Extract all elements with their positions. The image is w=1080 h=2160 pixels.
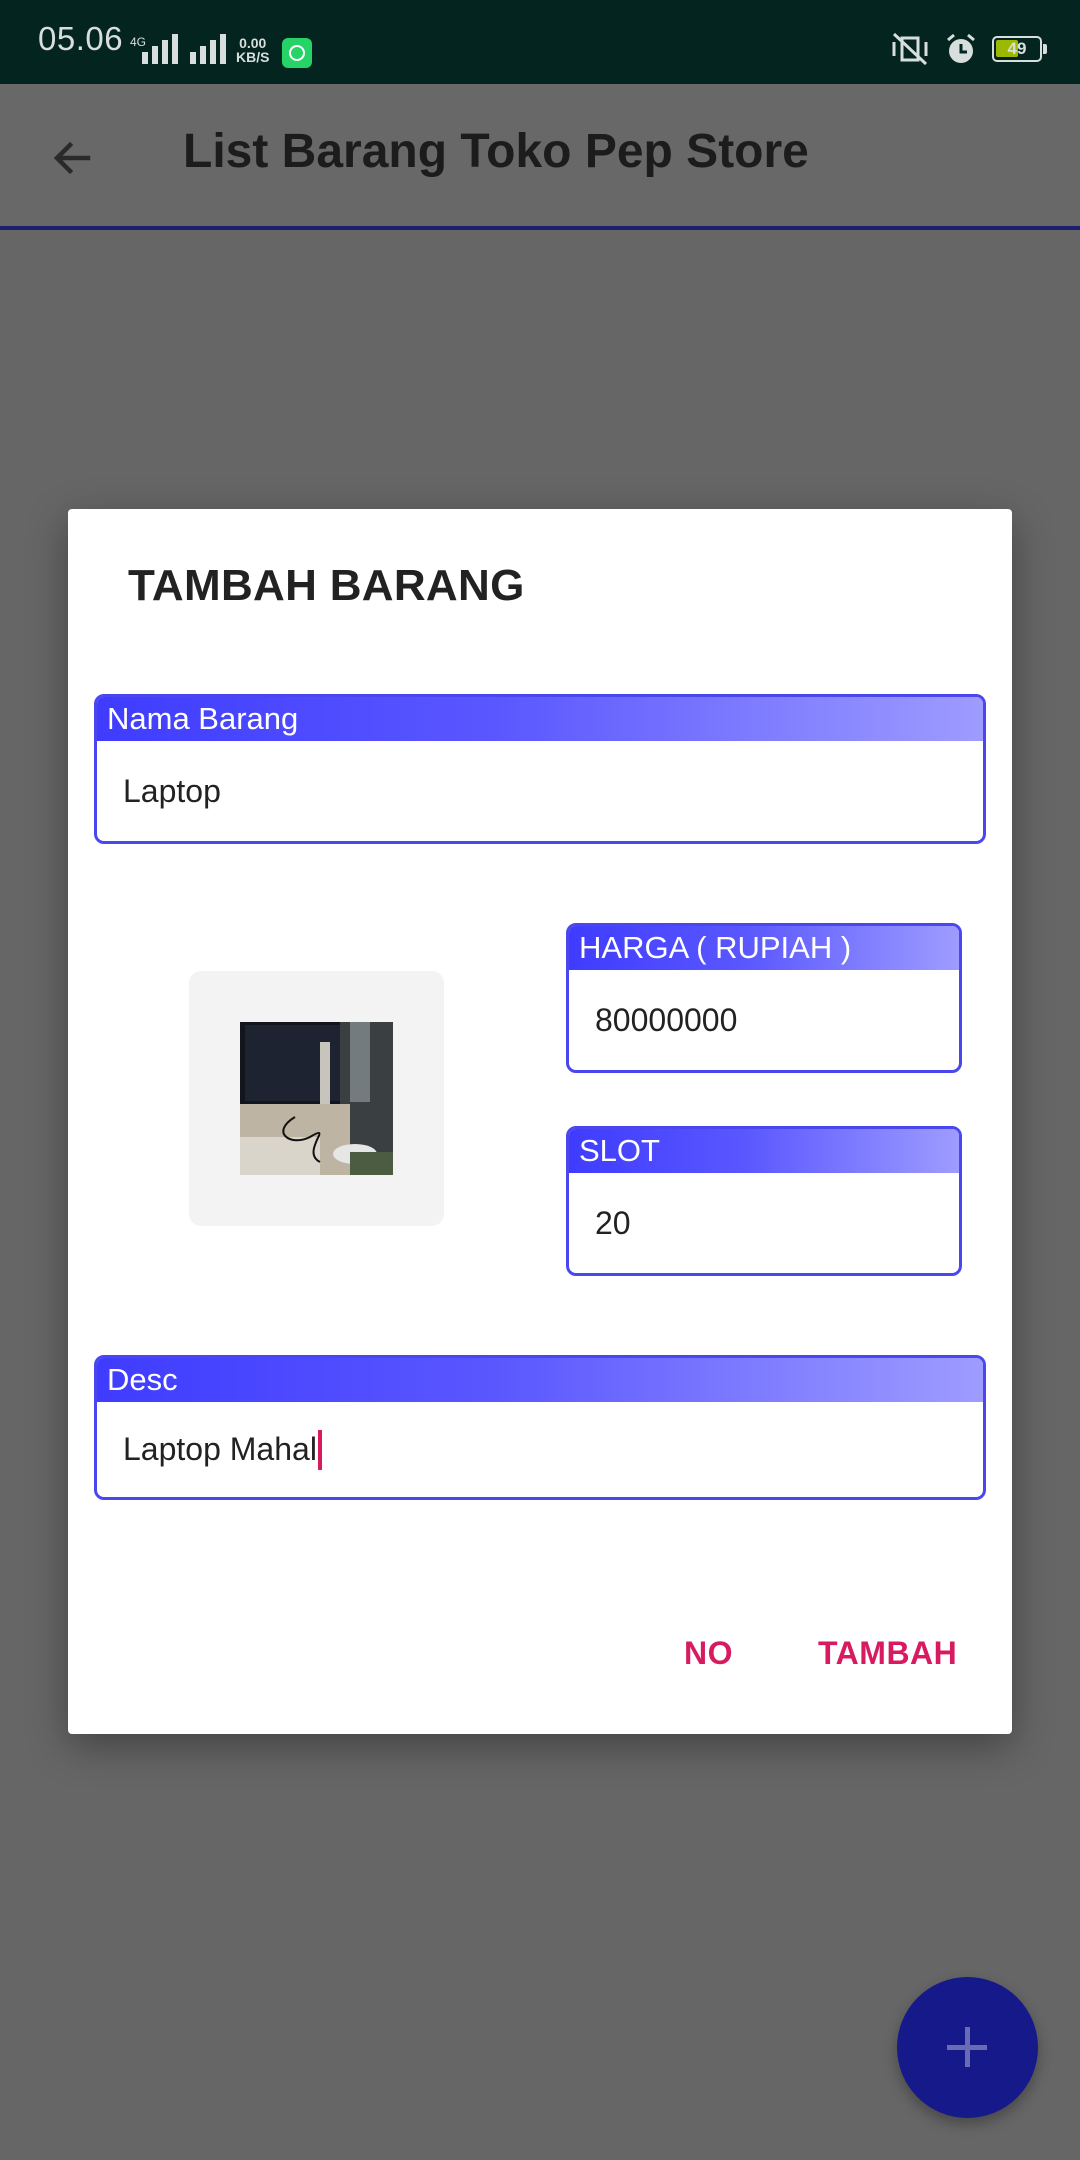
plus-icon (965, 2027, 970, 2067)
status-time: 05.06 (38, 20, 124, 57)
desc-label: Desc (97, 1358, 983, 1402)
app-bar: List Barang Toko Pep Store (0, 84, 1080, 230)
speed-value: 0.00 (239, 35, 267, 51)
nama-barang-label: Nama Barang (97, 697, 983, 741)
alarm-icon (947, 33, 975, 63)
page-title: List Barang Toko Pep Store (183, 125, 809, 178)
slot-input[interactable]: 20 (569, 1173, 959, 1273)
harga-value: 80000000 (595, 1001, 738, 1038)
status-right-icons: 49 (890, 32, 1047, 66)
dialog-title: TAMBAH BARANG (128, 561, 525, 610)
arrow-back-icon[interactable] (48, 134, 96, 182)
slot-field[interactable]: SLOT 20 (566, 1126, 962, 1276)
no-button[interactable]: NO (684, 1635, 733, 1672)
whatsapp-icon (282, 38, 312, 68)
tambah-button[interactable]: TAMBAH (818, 1635, 957, 1672)
harga-field[interactable]: HARGA ( RUPIAH ) 80000000 (566, 923, 962, 1073)
desc-field[interactable]: Desc Laptop Mahal (94, 1355, 986, 1500)
nama-barang-value: Laptop (123, 772, 221, 809)
signal-icon (142, 34, 178, 64)
nama-barang-input[interactable]: Laptop (97, 741, 983, 841)
signal-icon (190, 34, 226, 64)
product-image-picker[interactable] (189, 971, 444, 1226)
desc-value: Laptop Mahal (123, 1431, 317, 1467)
nama-barang-field[interactable]: Nama Barang Laptop (94, 694, 986, 844)
harga-input[interactable]: 80000000 (569, 970, 959, 1070)
battery-level: 49 (1007, 39, 1027, 58)
battery-icon: 49 (992, 36, 1047, 62)
status-bar: 05.06 4G 0.00 KB/S 49 (0, 0, 1080, 84)
vibrate-off-icon (892, 32, 928, 66)
product-photo (240, 1022, 393, 1175)
slot-label: SLOT (569, 1129, 959, 1173)
slot-value: 20 (595, 1204, 631, 1241)
add-fab-button[interactable] (897, 1977, 1038, 2118)
speed-unit: KB/S (236, 49, 270, 65)
add-item-dialog: TAMBAH BARANG Nama Barang Laptop HARGA (… (68, 509, 1012, 1734)
harga-label: HARGA ( RUPIAH ) (569, 926, 959, 970)
text-cursor (317, 1429, 322, 1470)
desc-input[interactable]: Laptop Mahal (97, 1402, 983, 1497)
network-speed: 0.00 KB/S (236, 36, 269, 64)
